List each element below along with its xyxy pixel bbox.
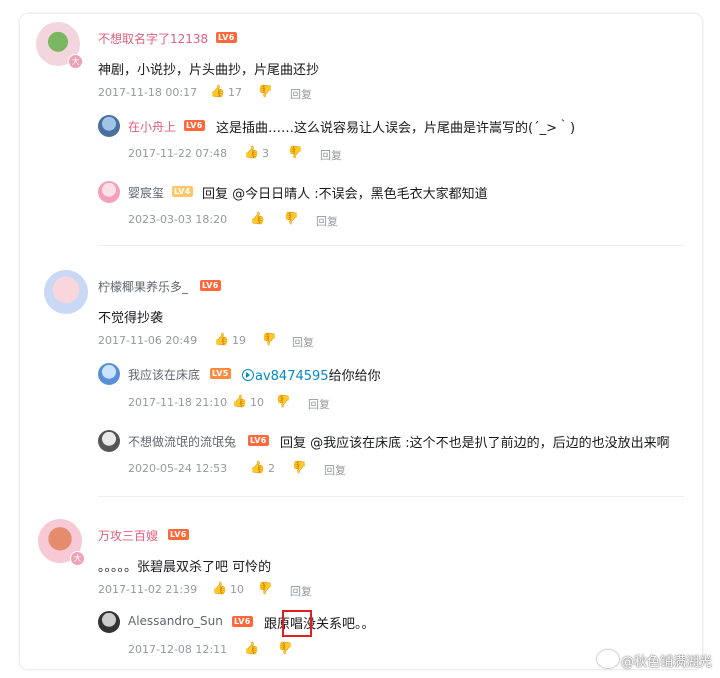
like-count: 10 bbox=[250, 396, 264, 409]
like-icon[interactable]: 👍 bbox=[210, 84, 225, 98]
reply-text: 回复 @今日日晴人 :不误会，黑色毛衣大家都知道 bbox=[202, 183, 488, 202]
reply-text: 这是插曲……这么说容易让人误会，片尾曲是许嵩写的(´_>｀) bbox=[216, 121, 576, 136]
reply-to-mention[interactable]: 回复 @今日日晴人 : bbox=[202, 187, 319, 202]
like-icon[interactable]: 👍 bbox=[244, 145, 259, 159]
reply-button[interactable]: 回复 bbox=[316, 213, 338, 229]
avatar[interactable] bbox=[98, 430, 120, 452]
level-badge: LV6 bbox=[216, 32, 237, 43]
reply-text: av8474595给你给你 bbox=[242, 365, 381, 384]
timestamp: 2017-11-18 21:10 bbox=[128, 396, 228, 409]
reply-body: 给你给你 bbox=[328, 369, 381, 384]
like-icon[interactable]: 👍 bbox=[232, 394, 247, 408]
reply-button[interactable]: 回复 bbox=[290, 583, 312, 599]
dislike-icon[interactable]: 👍 bbox=[258, 581, 273, 595]
reply-button[interactable]: 回复 bbox=[324, 462, 346, 478]
avatar[interactable] bbox=[98, 363, 120, 385]
username[interactable]: 不想取名字了12138 bbox=[98, 30, 208, 47]
reply-button[interactable]: 回复 bbox=[290, 86, 312, 102]
avatar[interactable] bbox=[44, 270, 88, 314]
like-count: 19 bbox=[232, 334, 246, 347]
level-badge: LV6 bbox=[168, 529, 189, 540]
vip-badge: 大 bbox=[70, 551, 85, 566]
dislike-icon[interactable]: 👍 bbox=[292, 460, 307, 474]
like-icon[interactable]: 👍 bbox=[214, 332, 229, 346]
comment-text: 神剧，小说抄，片头曲抄，片尾曲还抄 bbox=[98, 63, 320, 78]
reply-button[interactable]: 回复 bbox=[308, 396, 330, 412]
divider bbox=[98, 496, 684, 497]
timestamp: 2023-03-03 18:20 bbox=[128, 213, 228, 226]
level-badge: LV4 bbox=[172, 186, 193, 197]
level-badge: LV6 bbox=[232, 616, 253, 627]
vip-badge: 大 bbox=[68, 54, 83, 69]
timestamp: 2020-05-24 12:53 bbox=[128, 462, 228, 475]
timestamp: 2017-12-08 12:11 bbox=[128, 643, 228, 656]
timestamp: 2017-11-18 00:17 bbox=[98, 86, 198, 99]
username[interactable]: 不想做流氓的流氓兔 bbox=[128, 433, 236, 450]
dislike-icon[interactable]: 👍 bbox=[284, 211, 299, 225]
like-count: 3 bbox=[262, 147, 269, 160]
comment-text: 。。。。。张碧晨双杀了吧 可怜的 bbox=[98, 560, 272, 575]
level-badge: LV5 bbox=[210, 368, 231, 379]
like-icon[interactable]: 👍 bbox=[212, 581, 227, 595]
timestamp: 2017-11-02 21:39 bbox=[98, 583, 198, 596]
reply-to-mention[interactable]: 回复 @我应该在床底 : bbox=[280, 436, 410, 451]
comment-text: 不觉得抄袭 bbox=[98, 311, 164, 326]
reply-text: 回复 @我应该在床底 :这个不也是扒了前边的，后边的也没放出来啊 bbox=[280, 432, 670, 451]
dislike-icon[interactable]: 👍 bbox=[278, 641, 293, 655]
highlight-box bbox=[282, 610, 312, 637]
dislike-icon[interactable]: 👍 bbox=[262, 332, 277, 346]
divider bbox=[98, 245, 684, 246]
watermark: @秋色铺满湖光 bbox=[596, 650, 712, 670]
reply-body: 不误会，黑色毛衣大家都知道 bbox=[318, 187, 488, 202]
like-icon[interactable]: 👍 bbox=[250, 460, 265, 474]
like-count: 2 bbox=[268, 462, 275, 475]
reply-button[interactable]: 回复 bbox=[320, 147, 342, 163]
username[interactable]: 在小舟上 bbox=[128, 118, 176, 135]
level-badge: LV6 bbox=[248, 435, 269, 446]
like-count: 17 bbox=[228, 86, 242, 99]
video-play-icon bbox=[242, 369, 254, 381]
username[interactable]: 柠檬椰果养乐多_ bbox=[98, 278, 188, 295]
avatar[interactable] bbox=[98, 611, 120, 633]
username[interactable]: 万攻三百嫂 bbox=[98, 527, 158, 544]
timestamp: 2017-11-06 20:49 bbox=[98, 334, 198, 347]
weibo-logo-icon bbox=[596, 650, 619, 668]
level-badge: LV6 bbox=[200, 280, 221, 291]
avatar[interactable] bbox=[98, 181, 120, 203]
video-link[interactable]: av8474595 bbox=[242, 369, 329, 384]
dislike-icon[interactable]: 👍 bbox=[276, 394, 291, 408]
dislike-icon[interactable]: 👍 bbox=[288, 145, 303, 159]
avatar[interactable] bbox=[98, 115, 120, 137]
comment-list: 大 不想取名字了12138 LV6 神剧，小说抄，片头曲抄，片尾曲还抄 2017… bbox=[20, 14, 702, 669]
like-icon[interactable]: 👍 bbox=[250, 211, 265, 225]
username[interactable]: 我应该在床底 bbox=[128, 366, 200, 383]
reply-button[interactable]: 回复 bbox=[292, 334, 314, 350]
like-icon[interactable]: 👍 bbox=[244, 641, 259, 655]
username[interactable]: 婴宸玺 bbox=[128, 184, 164, 201]
username[interactable]: Alessandro_Sun bbox=[128, 614, 223, 628]
dislike-icon[interactable]: 👍 bbox=[258, 84, 273, 98]
timestamp: 2017-11-22 07:48 bbox=[128, 147, 228, 160]
like-count: 10 bbox=[230, 583, 244, 596]
reply-body: 这个不也是扒了前边的，后边的也没放出来啊 bbox=[409, 436, 670, 451]
level-badge: LV6 bbox=[184, 120, 205, 131]
reply-text: 跟原唱没关系吧。。 bbox=[264, 617, 375, 632]
